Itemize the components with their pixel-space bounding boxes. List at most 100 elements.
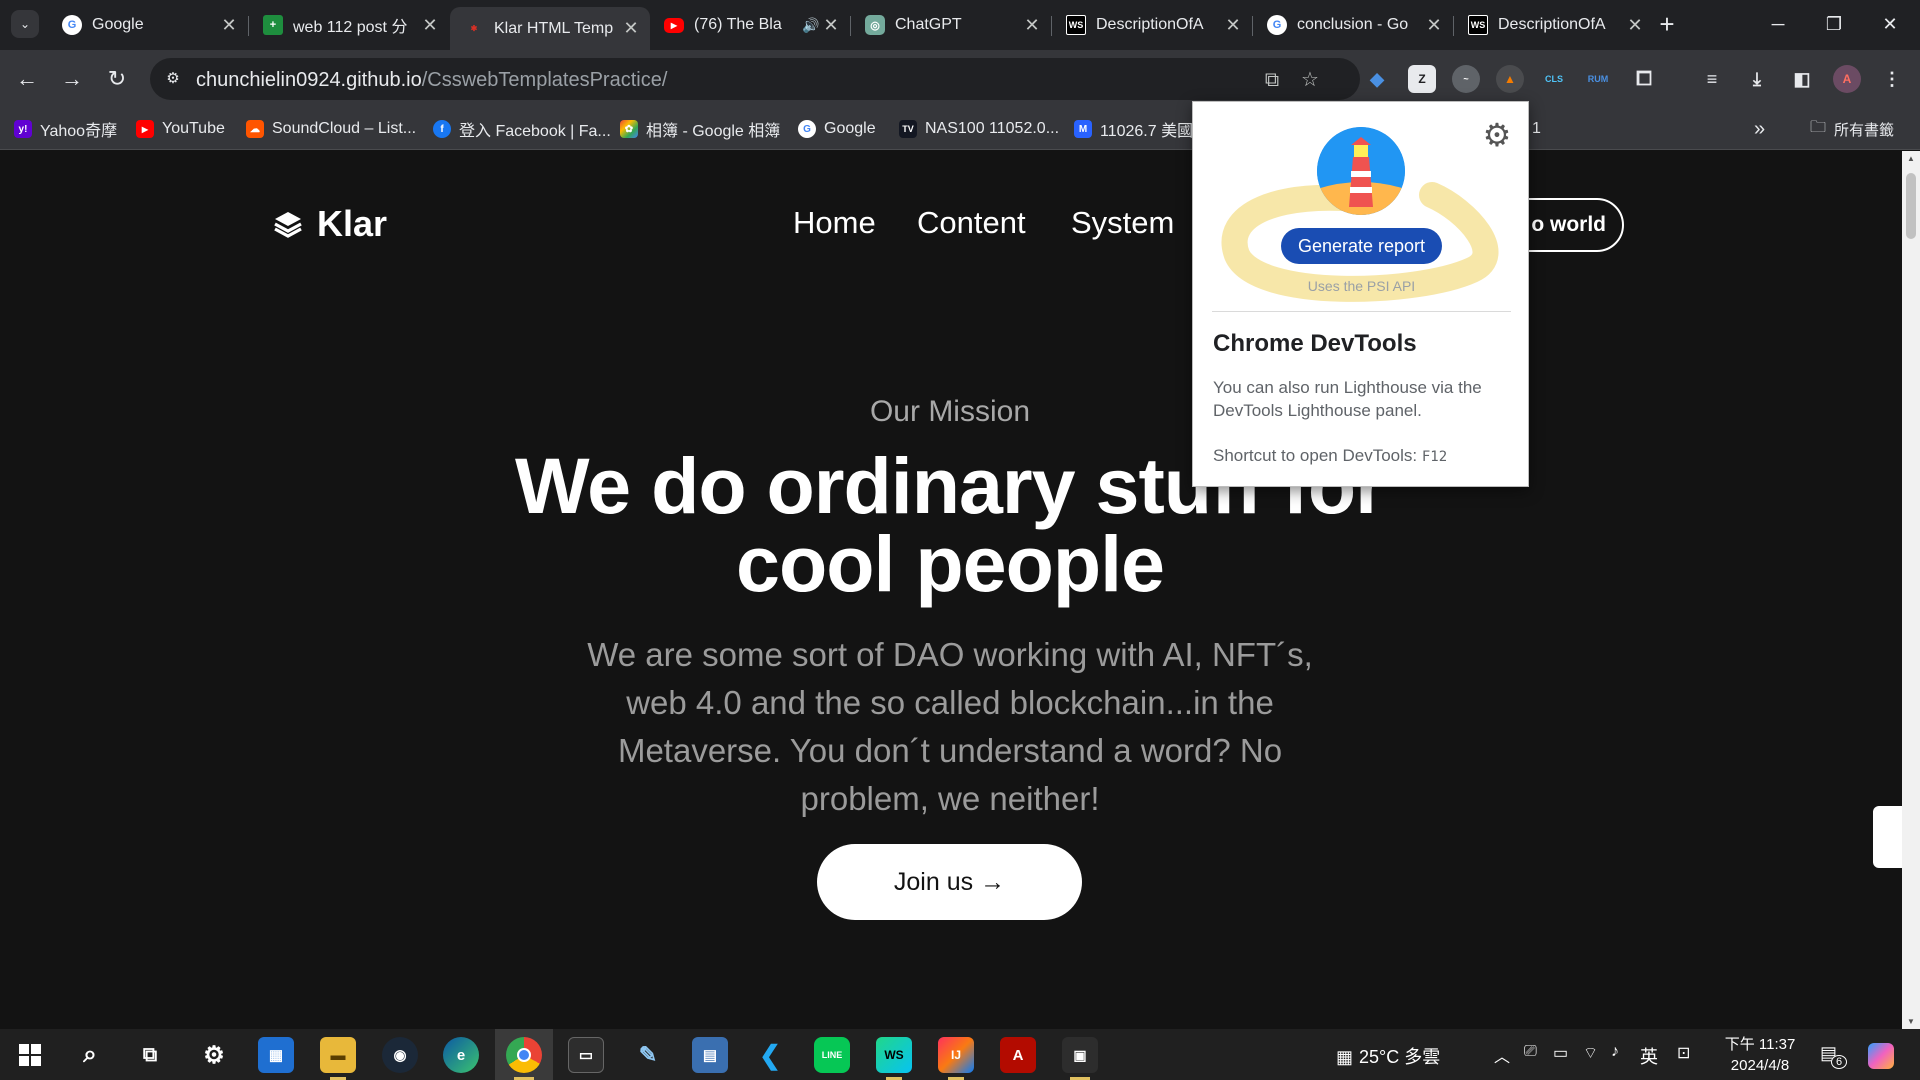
bookmark-item[interactable]: ☁ SoundCloud – List... <box>246 118 416 140</box>
wifi-icon[interactable]: ⌔ <box>1583 1043 1598 1063</box>
copilot-icon[interactable] <box>1868 1043 1894 1074</box>
tab-youtube[interactable]: ▶ (76) The Bla 🔊 ✕ <box>650 7 850 43</box>
settings-icon[interactable]: ⚙ <box>196 1037 232 1073</box>
tab-search-button[interactable]: ⌄ <box>11 10 39 38</box>
intellij-icon[interactable]: IJ <box>938 1037 974 1073</box>
bookmark-item[interactable]: y! Yahoo奇摩 <box>14 118 117 140</box>
ime-mode-icon[interactable]: ⊡ <box>1677 1043 1690 1063</box>
search-icon[interactable]: ⌕ <box>72 1037 108 1073</box>
tab-chatgpt[interactable]: ◎ ChatGPT ✕ <box>851 7 1051 43</box>
profile-avatar[interactable]: A <box>1833 65 1861 93</box>
bookmark-item[interactable]: ✿ 相簿 - Google 相簿 <box>620 118 780 140</box>
camera-icon[interactable]: ⎚ <box>1524 1043 1537 1061</box>
tab-klar[interactable]: ✱ Klar HTML Temp ✕ <box>450 7 650 50</box>
side-widget-tab[interactable] <box>1873 806 1902 868</box>
close-icon[interactable]: ✕ <box>1023 15 1041 36</box>
close-icon[interactable]: ✕ <box>822 15 840 36</box>
close-icon[interactable]: ✕ <box>1626 15 1644 36</box>
bookmark-item[interactable]: ▶ YouTube <box>136 118 225 140</box>
pen-icon[interactable]: ✎ <box>630 1037 666 1073</box>
gear-icon[interactable]: ⚙ <box>1480 118 1514 152</box>
tray-overflow-icon[interactable]: ︿ <box>1494 1043 1510 1067</box>
speaker-icon[interactable]: 🔊 <box>802 17 822 34</box>
folder-icon: 🗀 <box>1810 118 1827 136</box>
minimize-icon[interactable]: ─ <box>1758 6 1798 42</box>
address-bar[interactable]: ⚙ chunchielin0924.github.io/CsswebTempla… <box>150 58 1360 100</box>
new-tab-button[interactable]: + <box>1652 10 1682 40</box>
back-icon[interactable]: ← <box>10 62 44 96</box>
bookmark-item[interactable]: 1 <box>1532 118 1541 140</box>
tab-description-1[interactable]: WS DescriptionOfA ✕ <box>1052 7 1252 43</box>
battery-icon[interactable]: ▭ <box>1553 1043 1568 1063</box>
calculator-icon[interactable]: ▤ <box>692 1037 728 1073</box>
start-icon[interactable] <box>12 1037 48 1073</box>
file-explorer-icon[interactable]: ▬ <box>320 1037 356 1073</box>
logo-text: Klar <box>317 203 388 244</box>
close-icon[interactable]: ✕ <box>1224 15 1242 36</box>
tab-google[interactable]: G Google ✕ <box>48 7 248 43</box>
tab-description-2[interactable]: WS DescriptionOfA ✕ <box>1454 7 1654 43</box>
volume-icon[interactable]: ♪ <box>1611 1043 1619 1061</box>
close-icon[interactable]: ✕ <box>1425 15 1443 36</box>
notification-center-icon[interactable]: ▤6 <box>1820 1043 1848 1069</box>
scroll-up-icon[interactable]: ▲ <box>1906 154 1916 163</box>
extensions-puzzle-icon[interactable]: ⧠ <box>1630 65 1658 93</box>
reload-icon[interactable]: ↻ <box>100 62 134 96</box>
chrome-icon[interactable] <box>506 1037 542 1073</box>
webstorm-icon[interactable]: WS <box>876 1037 912 1073</box>
tab-conclusion[interactable]: G conclusion - Go ✕ <box>1253 7 1453 43</box>
address-url[interactable]: chunchielin0924.github.io/CsswebTemplate… <box>196 69 667 92</box>
translate-icon[interactable]: ⧉ <box>1260 68 1284 92</box>
lighthouse-extension-icon[interactable]: ▲ <box>1496 65 1524 93</box>
download-icon[interactable]: ⤓ <box>1743 65 1771 93</box>
close-icon[interactable]: ✕ <box>622 18 640 39</box>
scroll-thumb[interactable] <box>1906 173 1916 239</box>
bookmark-label: SoundCloud – List... <box>272 120 417 137</box>
close-icon[interactable]: ✕ <box>421 15 439 36</box>
soundcloud-icon: ☁ <box>246 120 264 138</box>
tab-web-112-post[interactable]: + web 112 post 分 ✕ <box>249 7 449 43</box>
generate-report-button[interactable]: Generate report <box>1281 228 1442 264</box>
site-logo[interactable]: Klar <box>273 203 387 245</box>
terminal-icon[interactable]: ▭ <box>568 1037 604 1073</box>
side-panel-icon[interactable]: ◧ <box>1788 65 1816 93</box>
join-us-button[interactable]: Join us → <box>817 844 1082 920</box>
nav-system[interactable]: System <box>1071 205 1174 241</box>
menu-kebab-icon[interactable]: ⋮ <box>1878 65 1906 93</box>
acrobat-icon[interactable]: A <box>1000 1037 1036 1073</box>
nav-content[interactable]: Content <box>917 205 1026 241</box>
system-clock[interactable]: 下午 11:37 2024/4/8 <box>1714 1034 1806 1076</box>
bookmark-item[interactable]: f 登入 Facebook | Fa... <box>433 118 611 140</box>
forward-icon[interactable]: → <box>55 62 89 96</box>
app-icon[interactable]: ▣ <box>1062 1037 1098 1073</box>
edge-icon[interactable]: e <box>443 1037 479 1073</box>
scroll-down-icon[interactable]: ▼ <box>1906 1017 1916 1026</box>
store-icon[interactable]: ▦ <box>258 1037 294 1073</box>
shortcut-label: Shortcut to open DevTools: <box>1213 446 1418 465</box>
bookmark-item[interactable]: TV NAS100 11052.0... <box>899 118 1059 140</box>
cls-extension-icon[interactable]: CLS <box>1540 65 1568 93</box>
all-bookmarks-button[interactable]: 🗀 所有書籤 <box>1810 118 1894 140</box>
restore-icon[interactable]: ❐ <box>1814 6 1854 42</box>
vscode-icon[interactable]: ❮ <box>752 1037 788 1073</box>
media-control-icon[interactable]: ≡ <box>1698 65 1726 93</box>
bookmark-star-icon[interactable]: ☆ <box>1298 68 1322 92</box>
url-host: chunchielin0924.github.io <box>196 69 422 91</box>
site-info-icon[interactable]: ⚙ <box>162 68 184 90</box>
nav-home[interactable]: Home <box>793 205 876 241</box>
bookmark-item[interactable]: G Google <box>798 118 876 140</box>
page-scrollbar[interactable]: ▲ ▼ <box>1902 151 1920 1029</box>
bookmark-item[interactable]: M 11026.7 美國 <box>1074 118 1193 140</box>
diamond-extension-icon[interactable]: ◆ <box>1363 65 1391 93</box>
task-view-icon[interactable]: ⧉ <box>132 1037 168 1073</box>
weather-widget[interactable]: ▦ 25°C 多雲 <box>1336 1043 1440 1069</box>
steam-icon[interactable]: ◉ <box>382 1037 418 1073</box>
zoom-extension-icon[interactable]: Z <box>1408 65 1436 93</box>
rum-extension-icon[interactable]: RUM <box>1584 65 1612 93</box>
ime-indicator[interactable]: 英 <box>1640 1043 1658 1069</box>
bookmarks-overflow-button[interactable]: » <box>1754 118 1765 140</box>
line-icon[interactable]: LINE <box>814 1037 850 1073</box>
close-icon[interactable]: ✕ <box>220 15 238 36</box>
window-close-icon[interactable]: ✕ <box>1870 6 1910 42</box>
wave-extension-icon[interactable]: ~ <box>1452 65 1480 93</box>
